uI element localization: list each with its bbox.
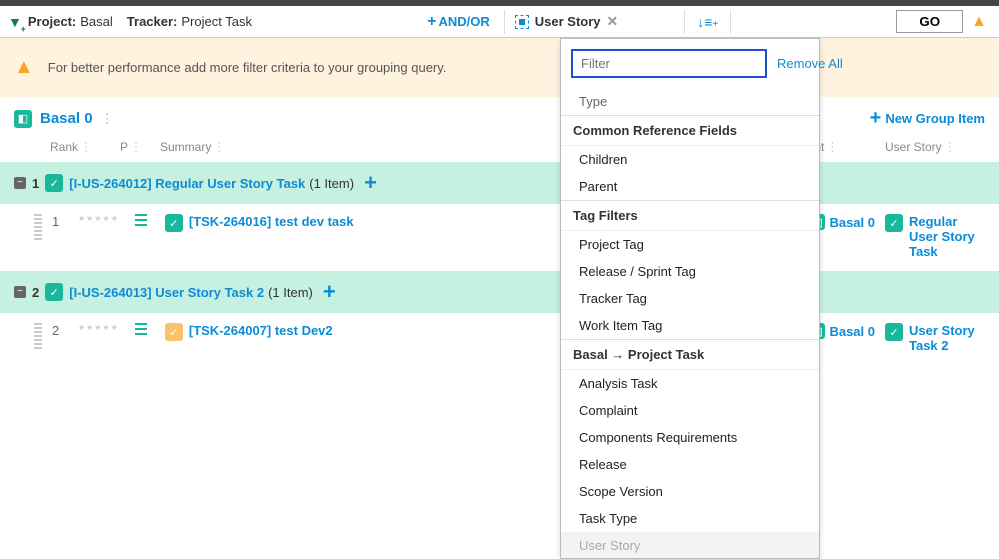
dropdown-section-header: Basal → Project Task [561, 339, 819, 370]
project-label: Project: [28, 14, 76, 29]
grouping-chip-user-story[interactable]: User Story ✕ [509, 13, 624, 30]
project-icon: ◧ [14, 110, 32, 128]
priority-icon [135, 214, 147, 226]
dropdown-item[interactable]: Task Type [561, 505, 819, 532]
filter-toolbar: ▼ Project: Basal Tracker: Project Task +… [0, 6, 999, 38]
filter-icon[interactable]: ▼ [8, 14, 22, 30]
group-count: (1 Item) [268, 285, 313, 300]
dropdown-section-header: Tag Filters [561, 200, 819, 231]
group-count: (1 Item) [309, 176, 354, 191]
col-user-story: User Story [885, 140, 942, 154]
check-icon: ✓ [165, 323, 183, 341]
group-row: −1 ✓ [I-US-264012] Regular User Story Task… [0, 162, 999, 204]
dropdown-filter-input[interactable] [571, 49, 767, 78]
rank-stars: ★★★★★ [78, 214, 119, 223]
item-row: 2★★★★★✓[TSK-264007] test Dev2◧Basal 0✓Us… [0, 313, 999, 363]
group-number: 2 [32, 285, 39, 300]
field-picker-dropdown: Remove All TypeCommon Reference FieldsCh… [560, 38, 820, 559]
collapse-icon[interactable]: − [14, 286, 26, 298]
check-icon: ✓ [45, 174, 63, 192]
warning-triangle-icon: ▲ [14, 56, 34, 79]
item-number: 1 [52, 214, 78, 229]
dropdown-item[interactable]: Analysis Task [561, 370, 819, 397]
user-story-cell[interactable]: ✓User Story Task 2 [885, 323, 985, 353]
group-title[interactable]: [I-US-264012] Regular User Story Task [69, 176, 305, 191]
tracker-label: Tracker: [127, 14, 178, 29]
chip-label: User Story [535, 14, 601, 29]
project-value: Basal [80, 14, 113, 29]
dropdown-item[interactable]: Components Requirements [561, 424, 819, 451]
go-button[interactable]: GO [896, 10, 963, 33]
dropdown-item[interactable]: Children [561, 146, 819, 173]
item-title[interactable]: [TSK-264007] test Dev2 [189, 323, 333, 338]
dropdown-item[interactable]: Tracker Tag [561, 285, 819, 312]
and-or-button[interactable]: +AND/OR [427, 13, 490, 31]
item-title[interactable]: [TSK-264016] test dev task [189, 214, 354, 229]
project-menu-icon[interactable]: ⋮ [101, 111, 115, 127]
drag-handle[interactable] [34, 323, 42, 349]
rank-stars: ★★★★★ [78, 323, 119, 332]
priority-icon [135, 323, 147, 335]
add-item-icon[interactable]: + [323, 279, 336, 305]
group-by-icon [515, 15, 529, 29]
group-number: 1 [32, 176, 39, 191]
dropdown-item[interactable]: Release / Sprint Tag [561, 258, 819, 285]
check-icon: ✓ [165, 214, 183, 232]
project-name[interactable]: Basal 0 [40, 110, 93, 127]
drag-handle[interactable] [34, 214, 42, 240]
check-icon: ✓ [45, 283, 63, 301]
dropdown-item[interactable]: Type [561, 88, 819, 115]
dropdown-item[interactable]: Project Tag [561, 231, 819, 258]
col-priority: P [120, 140, 128, 154]
chip-remove-icon[interactable]: ✕ [607, 13, 619, 30]
dropdown-item[interactable]: Parent [561, 173, 819, 200]
new-group-item-button[interactable]: +New Group Item [870, 107, 985, 130]
dropdown-section-header: Common Reference Fields [561, 115, 819, 146]
tracker-value: Project Task [181, 14, 252, 29]
item-row: 1★★★★★✓[TSK-264016] test dev task◧Basal … [0, 204, 999, 269]
performance-banner: ▲ For better performance add more filter… [0, 38, 999, 97]
dropdown-item: User Story [561, 532, 819, 558]
sort-icon[interactable]: ↓≡ [697, 14, 718, 30]
warning-icon[interactable]: ▲ [971, 13, 987, 31]
col-summary: Summary [160, 140, 211, 154]
dropdown-item[interactable]: Scope Version [561, 478, 819, 505]
group-row: −2 ✓ [I-US-264013] User Story Task 2 (1 Ite… [0, 271, 999, 313]
collapse-icon[interactable]: − [14, 177, 26, 189]
group-title[interactable]: [I-US-264013] User Story Task 2 [69, 285, 264, 300]
col-rank: Rank [50, 140, 78, 154]
user-story-cell[interactable]: ✓Regular User Story Task [885, 214, 985, 259]
project-header-row: ◧ Basal 0 ⋮ +New Group Item [0, 97, 999, 140]
add-item-icon[interactable]: + [364, 170, 377, 196]
remove-all-link[interactable]: Remove All [777, 56, 843, 71]
dropdown-item[interactable]: Release [561, 451, 819, 478]
item-number: 2 [52, 323, 78, 338]
column-headers: Rank⋮ P⋮ Summary⋮ Sprint⋮ User Story⋮ [0, 140, 999, 160]
dropdown-item[interactable]: Work Item Tag [561, 312, 819, 339]
dropdown-item[interactable]: Complaint [561, 397, 819, 424]
banner-message: For better performance add more filter c… [48, 60, 447, 75]
